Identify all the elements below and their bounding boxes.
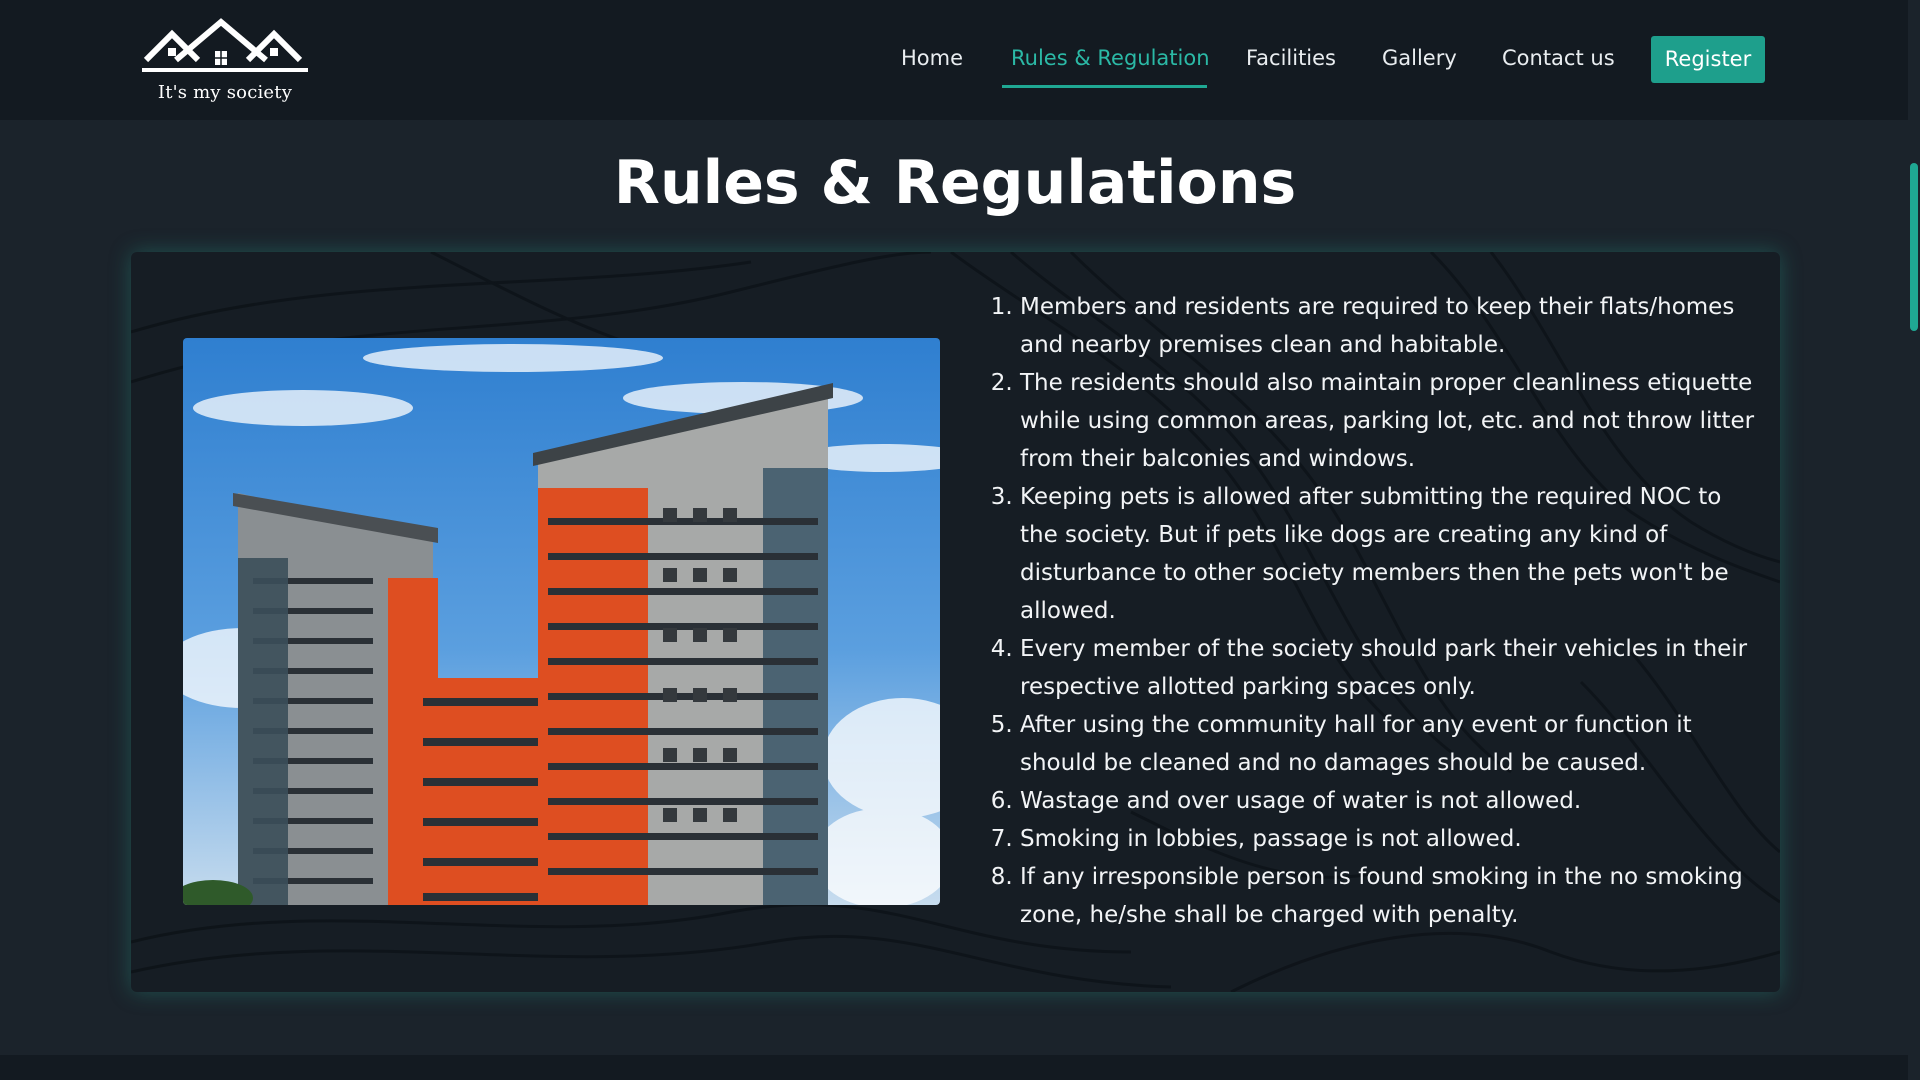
nav-contact-us[interactable]: Contact us bbox=[1502, 46, 1615, 70]
register-button[interactable]: Register bbox=[1651, 36, 1765, 83]
rules-list: Members and residents are required to ke… bbox=[976, 288, 1756, 934]
nav-facilities[interactable]: Facilities bbox=[1246, 46, 1336, 70]
rule-item-2: The residents should also maintain prope… bbox=[1020, 364, 1756, 478]
footer-strip bbox=[0, 1055, 1908, 1080]
nav-rules-regulation[interactable]: Rules & Regulation bbox=[1011, 46, 1210, 70]
rule-item-1: Members and residents are required to ke… bbox=[1020, 288, 1756, 364]
rule-item-7: Smoking in lobbies, passage is not allow… bbox=[1020, 820, 1756, 858]
scrollbar-track[interactable] bbox=[1908, 0, 1920, 1080]
rule-item-6: Wastage and over usage of water is not a… bbox=[1020, 782, 1756, 820]
rule-item-3: Keeping pets is allowed after submitting… bbox=[1020, 478, 1756, 630]
top-navbar: It's my society Home Rules & Regulation … bbox=[0, 0, 1920, 120]
rule-item-8: If any irresponsible person is found smo… bbox=[1020, 858, 1756, 934]
main-nav: Home Rules & Regulation Facilities Galle… bbox=[0, 36, 1920, 88]
active-nav-underline bbox=[1002, 85, 1207, 88]
page-title: Rules & Regulations bbox=[613, 148, 1297, 218]
apartment-building-photo bbox=[183, 338, 940, 905]
building-image bbox=[183, 338, 940, 905]
nav-gallery[interactable]: Gallery bbox=[1382, 46, 1457, 70]
rules-card: Members and residents are required to ke… bbox=[131, 252, 1780, 992]
scrollbar-thumb[interactable] bbox=[1910, 163, 1918, 331]
rule-item-4: Every member of the society should park … bbox=[1020, 630, 1756, 706]
rule-item-5: After using the community hall for any e… bbox=[1020, 706, 1756, 782]
nav-home[interactable]: Home bbox=[901, 46, 963, 70]
